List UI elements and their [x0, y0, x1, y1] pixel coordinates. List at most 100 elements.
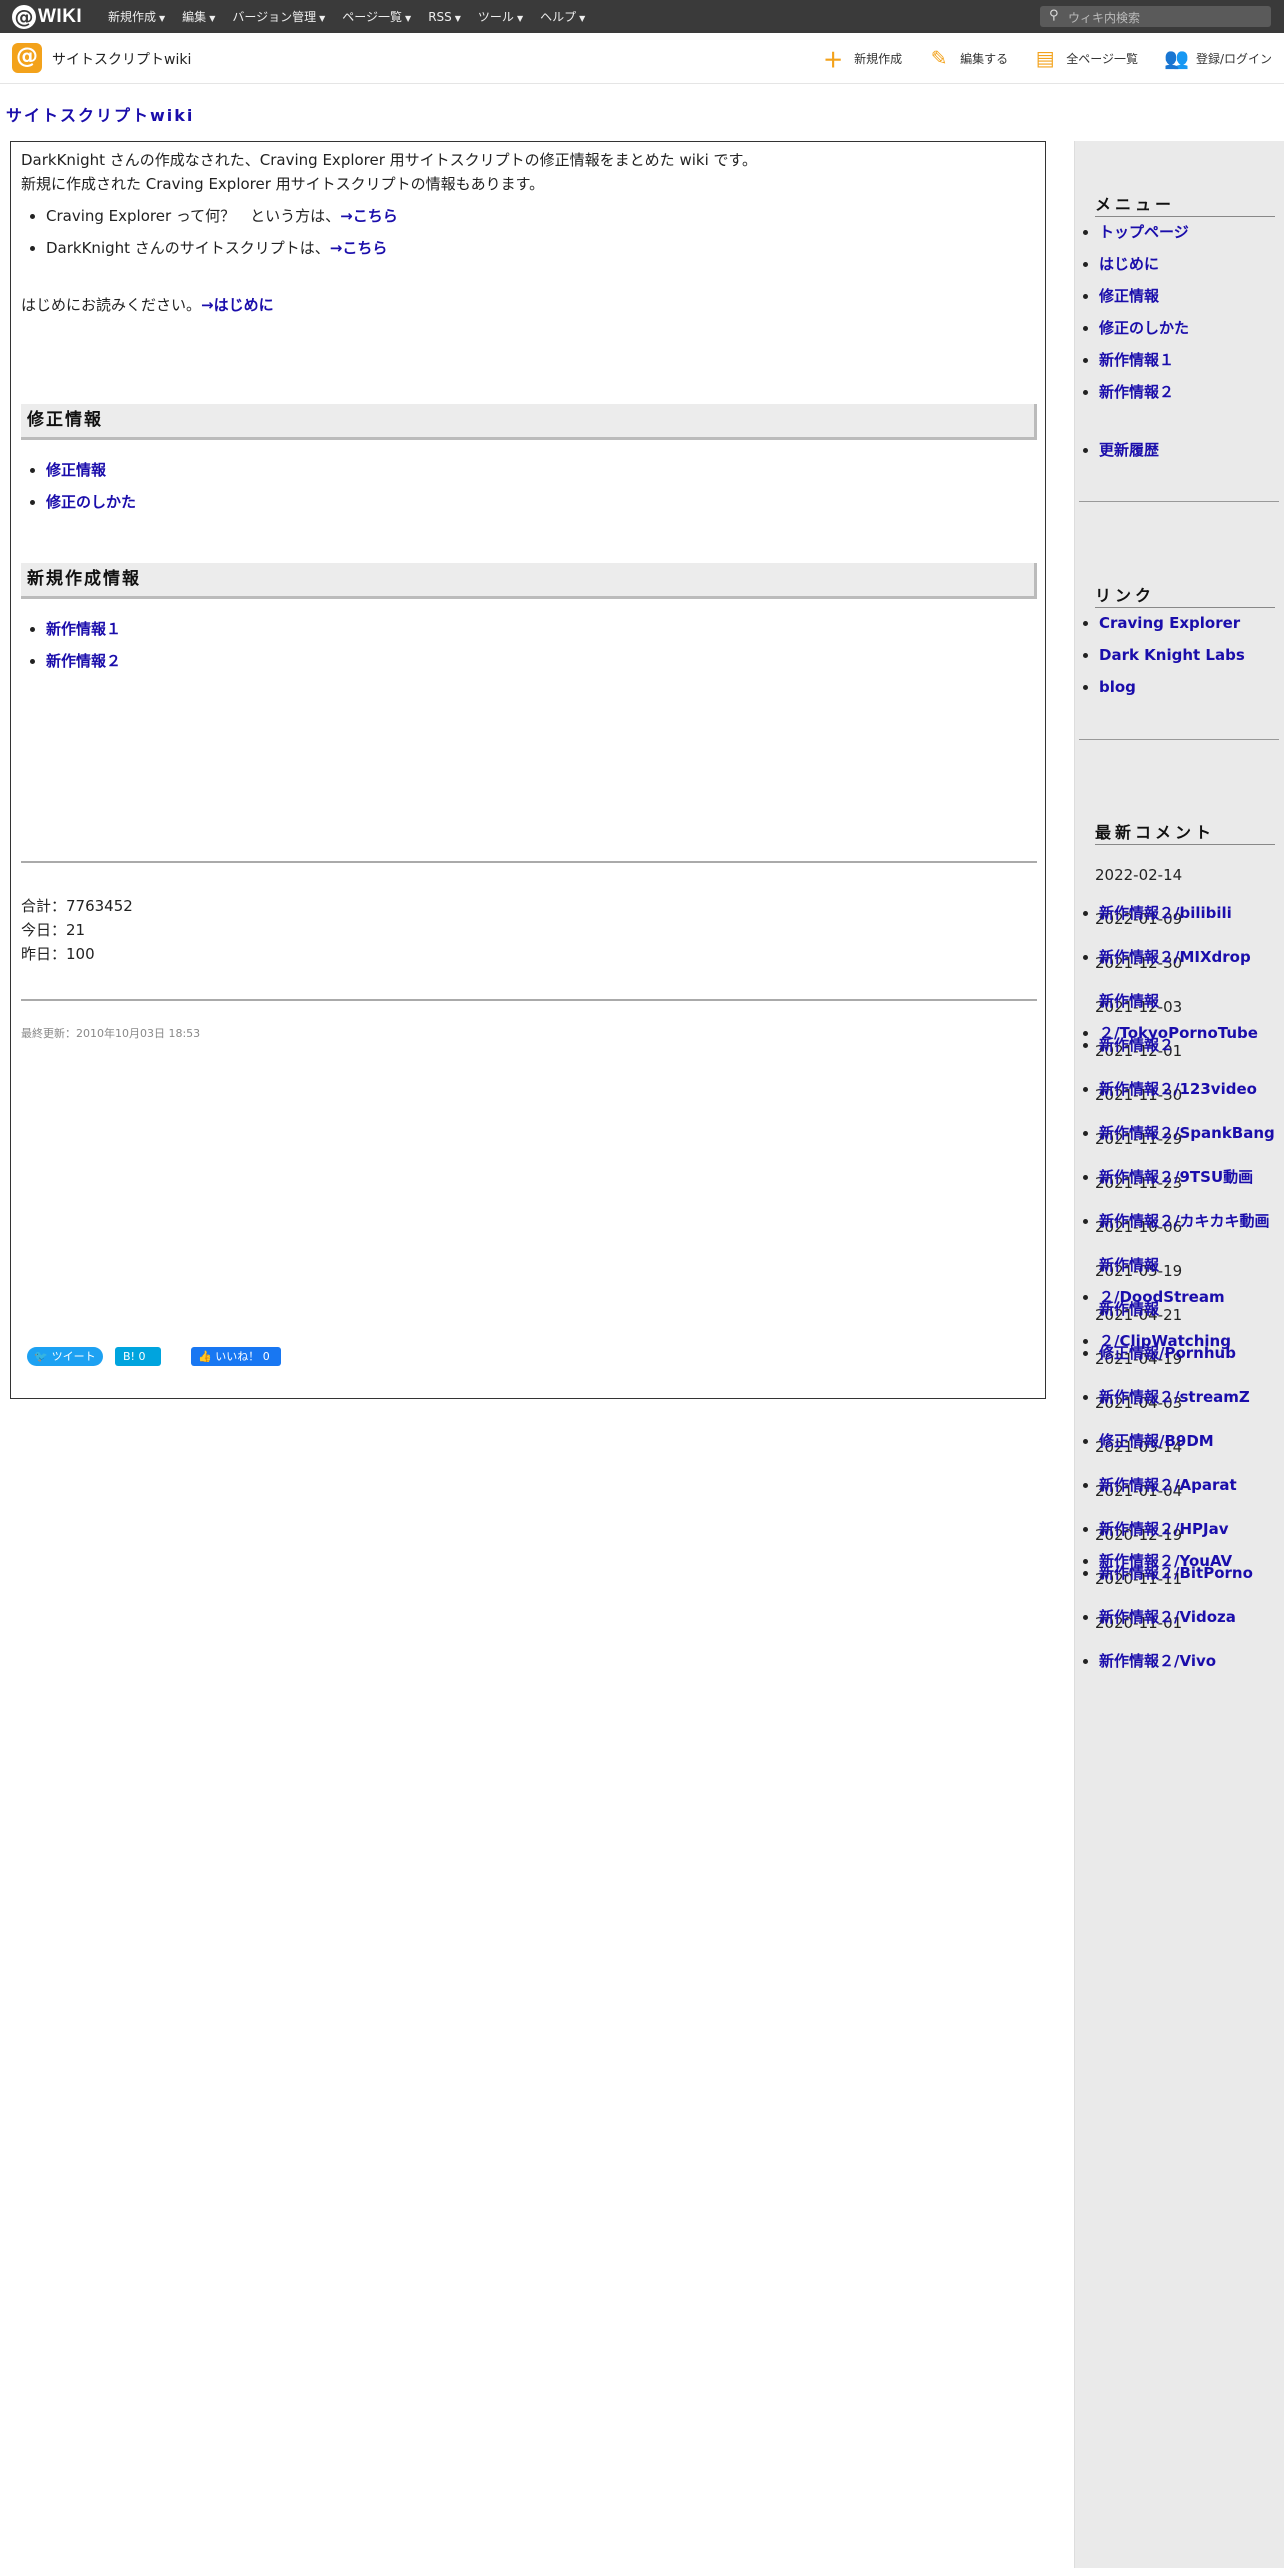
comment-list: 新作情報２/MIXdrop	[1075, 941, 1251, 973]
atwiki-logo[interactable]: @ WIKI	[12, 5, 82, 29]
sidebar-item-new-1[interactable]: 新作情報１	[1099, 351, 1174, 369]
link-blog[interactable]: blog	[1099, 678, 1136, 696]
search-input[interactable]: ⚲ ウィキ内検索	[1040, 6, 1271, 27]
divider	[1079, 739, 1279, 740]
nav-new[interactable]: 新規作成 ▼	[108, 8, 165, 25]
sidebar-item-how-to-fix[interactable]: 修正のしかた	[1099, 319, 1189, 337]
edit-button[interactable]: ✎ 編集する	[928, 46, 1008, 70]
comment-list: 修正情報/Pornhub	[1075, 1337, 1236, 1369]
comment-page-link[interactable]: 新作情報２/BitPorno	[1099, 1557, 1253, 1589]
new-page-label: 新規作成	[854, 51, 903, 66]
comment-date: 2022-02-14	[1095, 866, 1183, 884]
comment-list: 修正情報/B9DM	[1075, 1425, 1214, 1457]
comment-page-link[interactable]: 新作情報２/Vidoza	[1099, 1601, 1236, 1633]
list-item: 新作情報２/カキカキ動画	[1099, 1205, 1269, 1237]
comment-list: 新作情報２/streamZ	[1075, 1381, 1250, 1413]
link-craving-explorer[interactable]: Craving Explorer	[1099, 614, 1240, 632]
sidebar-menu-title: メニュー	[1095, 191, 1275, 217]
at-logo-icon: @	[12, 5, 36, 29]
nav-help[interactable]: ヘルプ ▼	[540, 8, 585, 25]
link-how-to-fix[interactable]: 修正のしかた	[46, 493, 136, 511]
sidebar-item-intro[interactable]: はじめに	[1099, 255, 1159, 273]
all-pages-button[interactable]: ▤ 全ページ一覧	[1034, 46, 1138, 70]
comment-page-link[interactable]: 新作情報２	[1099, 1029, 1174, 1061]
login-button[interactable]: 👥 登録/ログイン	[1164, 46, 1272, 70]
site-actions: ＋ 新規作成 ✎ 編集する ▤ 全ページ一覧 👥 登録/ログイン	[822, 33, 1284, 83]
link-fix-info[interactable]: 修正情報	[46, 461, 106, 479]
comment-page-link[interactable]: 修正情報/Pornhub	[1099, 1337, 1236, 1369]
list-item: 修正のしかた	[46, 488, 136, 520]
list-item: 修正情報	[46, 456, 136, 488]
comment-page-link[interactable]: 新作情報２/HPJav	[1099, 1513, 1229, 1545]
list-item: DarkKnight さんのサイトスクリプトは、→こちら	[46, 234, 398, 266]
comment-page-link[interactable]: 新作情報２/カキカキ動画	[1099, 1205, 1269, 1237]
list-item: 新作情報１	[46, 615, 121, 647]
site-logo-icon[interactable]: @	[12, 43, 42, 73]
tweet-button[interactable]: 🐦 ツイート	[27, 1347, 103, 1366]
comment-page-link[interactable]: 修正情報/B9DM	[1099, 1425, 1214, 1457]
site-name[interactable]: サイトスクリプトwiki	[52, 49, 191, 69]
comment-page-link[interactable]: 新作情報２/bilibili	[1099, 897, 1232, 929]
sidebar-item-top[interactable]: トップページ	[1099, 223, 1189, 241]
sidebar-item: はじめに	[1099, 249, 1189, 281]
logo-text: WIKI	[38, 6, 83, 27]
page-title[interactable]: サイトスクリプトwiki	[6, 102, 194, 126]
caret-down-icon: ▼	[159, 14, 166, 23]
bullet-text: DarkKnight さんのサイトスクリプトは、	[46, 239, 330, 257]
counter-yesterday: 昨日：100	[21, 945, 95, 963]
counter-today: 今日：21	[21, 921, 86, 939]
comment-page-link[interactable]: 新作情報２/9TSU動画	[1099, 1161, 1253, 1193]
link-dark-knight-labs[interactable]: Dark Knight Labs	[1099, 646, 1245, 664]
sidebar-item-history[interactable]: 更新履歴	[1099, 441, 1159, 459]
comment-list: 新作情報２/Vidoza	[1075, 1601, 1236, 1633]
search-placeholder: ウィキ内検索	[1068, 11, 1141, 25]
nav-version-label: バージョン管理	[232, 10, 317, 24]
nav-pages[interactable]: ページ一覧 ▼	[342, 8, 411, 25]
comment-page-link[interactable]: 新作情報２/MIXdrop	[1099, 941, 1251, 973]
comment-page-link[interactable]: 新作情報２/123video	[1099, 1073, 1257, 1105]
darkknight-link[interactable]: →こちら	[330, 239, 388, 257]
pencil-icon: ✎	[930, 46, 948, 70]
comment-list: 新作情報２/Aparat	[1075, 1469, 1237, 1501]
read-first-link[interactable]: →はじめに	[201, 296, 274, 314]
sidebar-item: Craving Explorer	[1099, 608, 1245, 640]
nav-edit-label: 編集	[182, 10, 207, 24]
nav-edit[interactable]: 編集 ▼	[182, 8, 215, 25]
comment-page-link[interactable]: 新作情報２/Vivo	[1099, 1645, 1216, 1677]
read-first-text: はじめにお読みください。	[21, 296, 202, 314]
intro-text: DarkKnight さんの作成なされた、Craving Explorer 用サ…	[21, 148, 757, 196]
list-item: 修正情報/Pornhub	[1099, 1337, 1236, 1369]
sidebar-item: Dark Knight Labs	[1099, 640, 1245, 672]
divider	[21, 999, 1037, 1001]
craving-link[interactable]: →こちら	[340, 207, 398, 225]
sidebar-item-new-2[interactable]: 新作情報２	[1099, 383, 1174, 401]
sidebar-item: 修正のしかた	[1099, 313, 1189, 345]
nav-tools[interactable]: ツール ▼	[478, 8, 523, 25]
recent-comments: 2022-02-14新作情報２/bilibili2022-01-09新作情報２/…	[1075, 853, 1284, 1670]
all-pages-label: 全ページ一覧	[1066, 51, 1138, 66]
comment-page-link[interactable]: 新作情報２/Aparat	[1099, 1469, 1237, 1501]
hatena-bookmark-button[interactable]: B! 0	[115, 1347, 161, 1366]
intro-line-1: DarkKnight さんの作成なされた、Craving Explorer 用サ…	[21, 151, 758, 169]
sidebar-item: 新作情報１	[1099, 345, 1189, 377]
new-page-button[interactable]: ＋ 新規作成	[822, 44, 902, 73]
list-item: 新作情報２/SpankBang	[1099, 1117, 1275, 1149]
comment-page-link[interactable]: 新作情報２/SpankBang	[1099, 1117, 1275, 1149]
intro-line-2: 新規に作成された Craving Explorer 用サイトスクリプトの情報もあ…	[21, 175, 545, 193]
divider	[21, 861, 1037, 863]
read-first: はじめにお読みください。→はじめに	[21, 294, 274, 315]
sidebar-item-fix-info[interactable]: 修正情報	[1099, 287, 1159, 305]
nav-rss[interactable]: RSS ▼	[428, 10, 461, 24]
facebook-like-button[interactable]: 👍 いいね！ 0	[191, 1347, 281, 1366]
sidebar-history: 更新履歴	[1075, 435, 1159, 467]
comment-page-link[interactable]: 新作情報２/streamZ	[1099, 1381, 1250, 1413]
comment-list: 新作情報２/Vivo	[1075, 1645, 1216, 1677]
link-new-1[interactable]: 新作情報１	[46, 620, 121, 638]
list-item: 新作情報２	[46, 647, 121, 679]
nav-version[interactable]: バージョン管理 ▼	[232, 8, 325, 25]
document-icon: ▤	[1035, 46, 1055, 70]
link-new-2[interactable]: 新作情報２	[46, 652, 121, 670]
like-label: いいね！ 0	[215, 1350, 270, 1363]
comment-list: 新作情報２/123video	[1075, 1073, 1257, 1105]
list-item: 新作情報２/MIXdrop	[1099, 941, 1251, 973]
